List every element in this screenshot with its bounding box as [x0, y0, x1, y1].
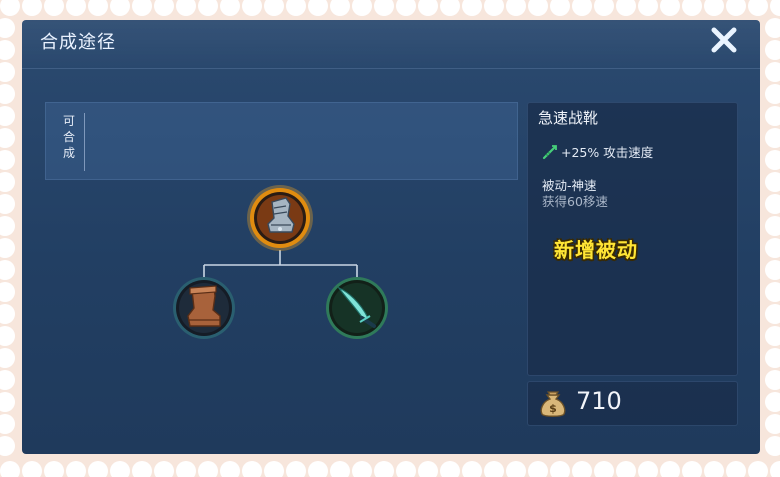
price-value: 710 — [576, 387, 622, 415]
attack-speed-stat: +25% 攻击速度 — [542, 142, 653, 161]
new-passive-caption: 新增被动 — [554, 238, 638, 262]
component-slot-boots[interactable] — [173, 277, 235, 339]
component-slot-dagger[interactable] — [326, 277, 388, 339]
build-tree — [173, 185, 388, 339]
tree-connector — [203, 250, 358, 277]
price-box: $ 710 — [527, 381, 738, 426]
svg-text:$: $ — [549, 402, 557, 415]
close-icon[interactable] — [706, 22, 742, 58]
passive-description: 获得60移速 — [542, 194, 608, 209]
root-item-slot[interactable] — [247, 185, 313, 251]
synthesis-dialog: 合成途径 可 合 成 急速战靴 +25% 攻击速度 被动-神速 获得60移速 新… — [22, 20, 760, 454]
item-detail-panel: 急速战靴 +25% 攻击速度 被动-神速 获得60移速 新增被动 — [527, 102, 738, 376]
item-name: 急速战靴 — [538, 109, 599, 127]
gold-bag-icon: $ — [540, 391, 566, 417]
attack-speed-icon — [542, 144, 557, 159]
